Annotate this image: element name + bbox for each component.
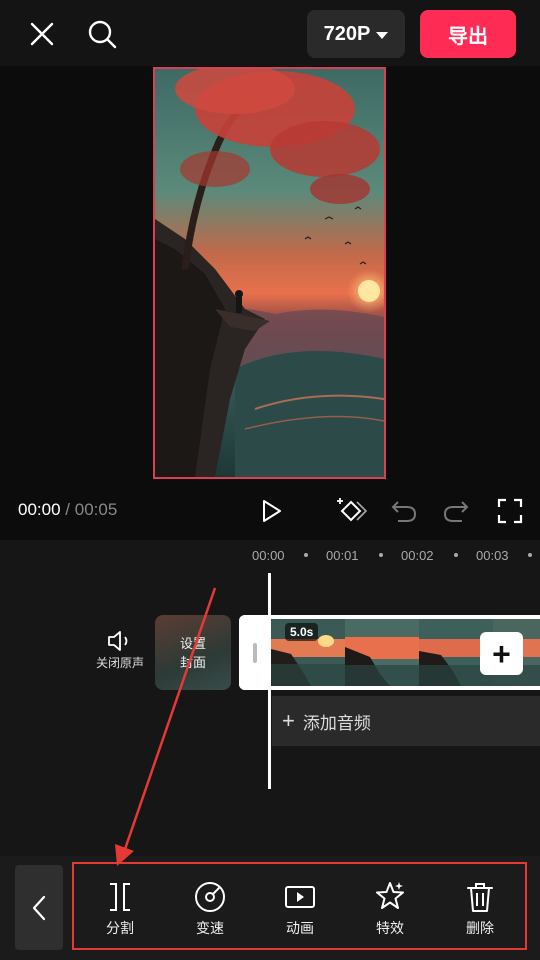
- set-cover-button[interactable]: 设置 封面: [155, 615, 231, 690]
- speed-icon: [195, 882, 225, 912]
- mute-original-button[interactable]: 关闭原声: [90, 628, 150, 684]
- chevron-down-icon: [376, 31, 389, 39]
- resolution-label: 720P: [323, 22, 371, 45]
- close-icon[interactable]: [22, 14, 62, 54]
- back-button[interactable]: [15, 865, 63, 950]
- add-clip-button[interactable]: +: [480, 632, 523, 675]
- clip-duration-badge: 5.0s: [285, 623, 319, 641]
- time-separator: /: [65, 500, 71, 519]
- video-preview[interactable]: [153, 67, 386, 479]
- delete-icon: [467, 883, 493, 912]
- cover-label-line2: 封面: [179, 654, 206, 670]
- play-icon[interactable]: [252, 492, 290, 530]
- search-icon[interactable]: [82, 14, 122, 54]
- clip-trim-handle[interactable]: [239, 615, 271, 690]
- resolution-dropdown[interactable]: 720P: [307, 10, 405, 58]
- time-display: 00:00 / 00:05: [18, 500, 117, 520]
- clip-thumbnail: [345, 619, 419, 686]
- ruler-dot: [304, 553, 308, 557]
- animation-label: 动画: [286, 920, 314, 936]
- add-audio-label: 添加音频: [302, 713, 371, 733]
- effects-button[interactable]: 特效: [350, 868, 430, 952]
- ruler-tick-0: 00:00: [252, 548, 285, 563]
- export-button[interactable]: 导出: [420, 10, 516, 58]
- effects-label: 特效: [376, 920, 404, 936]
- animation-icon: [285, 886, 315, 908]
- speed-label: 变速: [196, 920, 224, 936]
- total-duration: 00:05: [74, 500, 118, 519]
- ruler-tick-2: 00:02: [401, 548, 434, 563]
- ruler-tick-1: 00:01: [326, 548, 359, 563]
- playhead[interactable]: [268, 573, 271, 789]
- cover-label-line1: 设置: [179, 635, 206, 651]
- mute-original-label: 关闭原声: [95, 656, 144, 670]
- ruler-dot: [454, 553, 458, 557]
- ruler-dot: [379, 553, 383, 557]
- ruler-dot: [528, 553, 532, 557]
- speed-button[interactable]: 变速: [170, 868, 250, 952]
- split-label: 分割: [106, 920, 134, 936]
- effects-icon: [376, 882, 404, 909]
- keyframe-icon[interactable]: [332, 492, 370, 530]
- add-audio-button[interactable]: + 添加音频: [272, 696, 540, 746]
- delete-button[interactable]: 删除: [440, 868, 520, 952]
- redo-icon[interactable]: [437, 492, 475, 530]
- chevron-left-icon: [32, 895, 46, 920]
- split-button[interactable]: 分割: [80, 868, 160, 952]
- animation-button[interactable]: 动画: [260, 868, 340, 952]
- current-time: 00:00: [18, 500, 61, 519]
- fullscreen-icon[interactable]: [491, 492, 529, 530]
- speaker-icon: [108, 631, 128, 651]
- ruler-tick-3: 00:03: [476, 548, 509, 563]
- delete-label: 删除: [466, 920, 494, 936]
- split-icon: [110, 883, 130, 911]
- plus-icon: +: [282, 708, 295, 733]
- undo-icon[interactable]: [385, 492, 423, 530]
